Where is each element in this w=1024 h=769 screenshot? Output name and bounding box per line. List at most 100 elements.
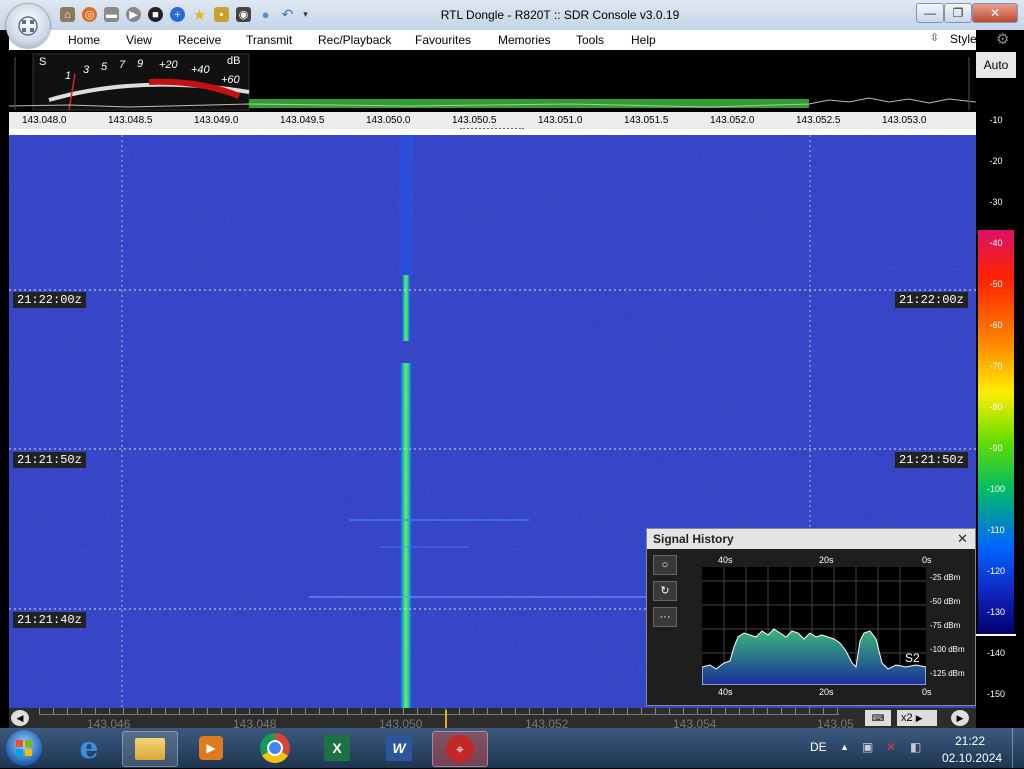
app-grid-icon (18, 16, 38, 36)
window-title: RTL Dongle - R820T :: SDR Console v3.0.1… (440, 8, 680, 22)
signal-history-window[interactable]: Signal History ✕ ○ ↻ ··· 40s 20s 0s S2 -… (646, 528, 976, 706)
timestamp-right: 21:21:50z (895, 452, 968, 468)
timestamp-left: 21:22:00z (13, 292, 86, 308)
refresh-icon[interactable]: ↻ (653, 581, 677, 601)
freq-tick: 143.050.0 (366, 115, 411, 126)
clock-time[interactable]: 21:22 (955, 734, 985, 748)
style-label: Style (950, 32, 977, 46)
level-label: -75 dBm (930, 621, 961, 630)
folder-icon[interactable]: ▬ (104, 7, 119, 22)
plus-tick-20: +20 (159, 59, 178, 71)
s-tick-9: 9 (137, 58, 144, 70)
style-menu[interactable]: Style ▾ (950, 32, 985, 46)
db-label: -110 (987, 525, 1005, 535)
windows-start-icon[interactable] (6, 730, 42, 766)
menu-bar (9, 30, 976, 50)
menu-receive[interactable]: Receive (178, 33, 221, 47)
chevron-down-icon: ▾ (980, 35, 985, 45)
timestamp-right: 21:22:00z (895, 292, 968, 308)
db-label: -130 (986, 607, 1005, 617)
menu-tools[interactable]: Tools (576, 33, 604, 47)
close-icon[interactable]: ✕ (957, 531, 968, 547)
plus-tick-40: +40 (191, 64, 210, 76)
db-label: -30 (989, 197, 1003, 207)
db-label: -80 (989, 402, 1003, 412)
scroller-ticks (39, 708, 839, 715)
scroll-left-icon[interactable]: ◀ (11, 710, 29, 726)
menu-favourites[interactable]: Favourites (415, 33, 471, 47)
drop-icon[interactable]: ● (258, 7, 273, 22)
freq-tick: 143.051.5 (624, 115, 669, 126)
application-menu-button[interactable] (6, 4, 50, 48)
zoom-selector[interactable]: x2 ▶ (897, 710, 937, 726)
zoom-label: x2 (901, 712, 913, 724)
home-icon[interactable]: ⌂ (60, 7, 75, 22)
time-label-top: 20s (819, 555, 834, 565)
undo-icon[interactable]: ↶ (280, 6, 295, 22)
db-label: -40 (989, 238, 1003, 248)
plus-icon[interactable]: + (170, 7, 185, 22)
db-label: -60 (989, 320, 1003, 330)
file-explorer-icon[interactable] (122, 731, 178, 767)
time-label-top: 0s (922, 555, 932, 565)
minimize-button[interactable]: — (916, 3, 944, 23)
freq-tick: 143.048.5 (108, 115, 153, 126)
tuned-marker (445, 710, 447, 728)
db-unit-label: dB (227, 55, 241, 67)
plus-tick-60: +60 (221, 74, 240, 86)
freq-tick: 143.053.0 (882, 115, 927, 126)
stop-icon[interactable]: ■ (148, 7, 163, 22)
chrome-icon[interactable] (248, 731, 302, 765)
gear-icon[interactable]: ⚙ (996, 30, 1009, 48)
internet-explorer-icon[interactable]: e (62, 731, 116, 766)
time-label-bottom: 40s (718, 687, 733, 697)
star-icon[interactable]: ★ (192, 7, 207, 24)
menu-transmit[interactable]: Transmit (246, 33, 292, 47)
play-icon[interactable]: ▶ (126, 7, 141, 22)
freq-tick: 143.048.0 (22, 115, 67, 126)
menu-help[interactable]: Help (631, 33, 656, 47)
volume-icon[interactable]: ◧ (910, 740, 921, 754)
updown-icon[interactable]: ⇳ (930, 31, 939, 44)
freq-tick: 143.051.0 (538, 115, 583, 126)
lifebuoy-icon[interactable]: ◎ (82, 7, 97, 22)
spectrum-panel: S 1 3 5 7 9 +20 +40 +60 dB (9, 52, 976, 112)
tray-device-icon[interactable]: ▣ (862, 740, 873, 754)
scroll-right-icon[interactable]: ▶ (951, 710, 969, 726)
lock-icon[interactable]: ▪ (214, 7, 229, 22)
menu-home[interactable]: Home (68, 33, 100, 47)
db-label: -100 (986, 484, 1005, 494)
time-label-top: 40s (718, 555, 733, 565)
camera-icon[interactable]: ◉ (236, 7, 251, 22)
menu-view[interactable]: View (126, 33, 152, 47)
menu-rec-playback[interactable]: Rec/Playback (318, 33, 391, 47)
timestamp-left: 21:21:40z (13, 612, 86, 628)
show-desktop-button[interactable] (1012, 728, 1024, 768)
db-scale-panel: Auto -10 -20 -30 -40 -50 -60 -70 -80 -90… (976, 52, 1016, 708)
network-icon[interactable]: ✕ (886, 740, 896, 754)
time-label-bottom: 20s (819, 687, 834, 697)
keyboard-icon[interactable]: ⌨ (865, 710, 891, 726)
level-label: -50 dBm (930, 597, 961, 606)
tray-arrow-icon[interactable]: ▲ (840, 742, 849, 752)
db-label: -90 (989, 443, 1003, 453)
freq-tick: 143.052.5 (796, 115, 841, 126)
language-indicator[interactable]: DE (810, 740, 827, 754)
maximize-button[interactable]: ❐ (944, 3, 972, 23)
timestamp-left: 21:21:50z (13, 452, 86, 468)
more-icon[interactable]: ··· (653, 607, 677, 627)
auto-button[interactable]: Auto (976, 52, 1016, 78)
menu-memories[interactable]: Memories (498, 33, 551, 47)
sdr-console-icon[interactable]: ⌖ (432, 731, 488, 767)
media-player-icon[interactable]: ▶ (184, 731, 238, 765)
s-tick-5: 5 (101, 61, 108, 73)
frequency-scroller[interactable]: ◀ 143.046 143.048 143.050 143.052 143.05… (9, 708, 976, 731)
clock-date[interactable]: 02.10.2024 (942, 751, 1002, 765)
record-circle-icon[interactable]: ○ (653, 555, 677, 575)
close-button[interactable]: ✕ (972, 3, 1018, 23)
s-meter-label: S (39, 56, 47, 68)
db-label: -120 (986, 566, 1005, 576)
excel-icon[interactable]: X (310, 731, 364, 765)
word-icon[interactable]: W (372, 731, 426, 765)
db-label: -50 (989, 279, 1003, 289)
